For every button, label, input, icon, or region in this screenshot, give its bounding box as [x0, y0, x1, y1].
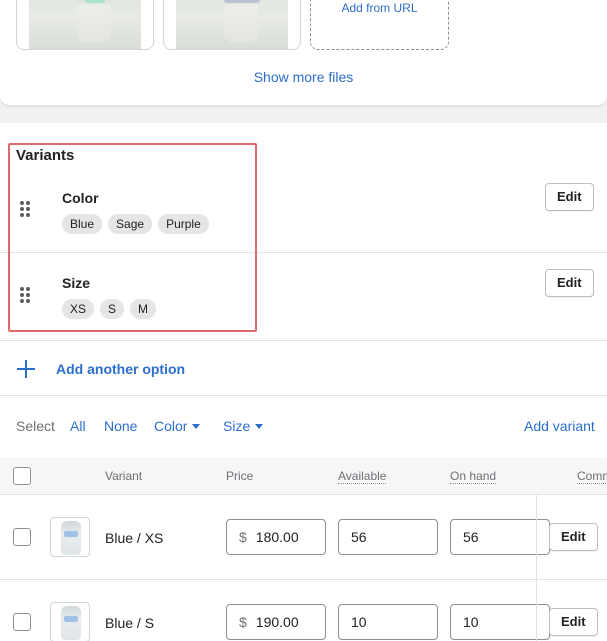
option-value-chip: Blue	[62, 214, 103, 234]
product-figure	[223, 0, 258, 43]
variants-table-header: Variant Price Available On hand Comm	[0, 458, 607, 495]
option-value-chip: Purple	[158, 214, 209, 234]
header-committed: Comm	[577, 469, 607, 484]
select-bar: Select All None Color Size Add variant	[0, 410, 607, 444]
show-more-files-link[interactable]: Show more files	[0, 69, 607, 85]
plus-icon	[16, 359, 36, 379]
variant-thumbnail[interactable]	[50, 517, 90, 557]
product-accent	[223, 0, 260, 3]
product-accent	[85, 0, 105, 3]
option-row-size: Size XS S M Edit	[0, 252, 607, 338]
option-name: Size	[62, 275, 91, 291]
table-row: Blue / S $190.00 10 10 Edit	[0, 580, 607, 641]
row-checkbox[interactable]	[13, 613, 31, 631]
add-from-url-dropzone[interactable]: Add from URL	[310, 0, 449, 50]
option-value-chip: S	[100, 299, 125, 319]
available-input[interactable]: 10	[338, 604, 438, 640]
add-from-url-link[interactable]: Add from URL	[311, 1, 448, 15]
header-available: Available	[338, 469, 387, 484]
price-value: 180.00	[255, 529, 299, 545]
select-none-link[interactable]: None	[104, 418, 137, 434]
edit-variant-button[interactable]: Edit	[549, 523, 598, 551]
price-input[interactable]: $190.00	[226, 604, 326, 640]
header-price: Price	[226, 469, 254, 483]
currency-symbol: $	[239, 529, 247, 545]
option-value-chip: M	[130, 299, 157, 319]
option-name: Color	[62, 190, 99, 206]
header-variant: Variant	[105, 469, 143, 483]
drag-handle-icon[interactable]	[20, 287, 32, 303]
option-value-chip: Sage	[108, 214, 153, 234]
drag-handle-icon[interactable]	[20, 201, 32, 217]
select-all-link[interactable]: All	[70, 418, 86, 434]
media-card: Add from URL Show more files	[0, 0, 607, 106]
on-hand-input[interactable]: 10	[450, 604, 550, 640]
select-color-label: Color	[154, 418, 188, 434]
option-values: Blue Sage Purple	[62, 214, 209, 234]
select-size-label: Size	[223, 418, 251, 434]
row-checkbox[interactable]	[13, 528, 31, 546]
table-row: Blue / XS $180.00 56 56 Edit	[0, 495, 607, 580]
product-figure	[76, 0, 111, 43]
column-divider	[536, 495, 537, 641]
variant-photo	[61, 606, 81, 640]
edit-option-button[interactable]: Edit	[545, 269, 594, 297]
price-value: 190.00	[255, 614, 299, 630]
select-all-checkbox[interactable]	[13, 467, 31, 485]
variant-photo	[61, 521, 81, 555]
select-color-dropdown[interactable]: Color	[154, 418, 201, 434]
edit-option-button[interactable]: Edit	[545, 183, 594, 211]
variant-thumbnail[interactable]	[50, 602, 90, 641]
edit-variant-button[interactable]: Edit	[549, 608, 598, 636]
add-another-option-link[interactable]: Add another option	[56, 361, 185, 377]
available-input[interactable]: 56	[338, 519, 438, 555]
add-another-option[interactable]: Add another option	[0, 340, 607, 396]
on-hand-input[interactable]: 56	[450, 519, 550, 555]
media-thumbnail[interactable]	[163, 0, 301, 50]
variants-title: Variants	[16, 147, 75, 164]
add-variant-link[interactable]: Add variant	[524, 418, 595, 434]
header-on-hand: On hand	[450, 469, 497, 484]
caret-down-icon	[255, 424, 264, 429]
option-values: XS S M	[62, 299, 157, 319]
caret-down-icon	[192, 424, 201, 429]
price-input[interactable]: $180.00	[226, 519, 326, 555]
media-thumbnail[interactable]	[16, 0, 154, 50]
option-row-color: Color Blue Sage Purple Edit	[0, 166, 607, 252]
currency-symbol: $	[239, 614, 247, 630]
variant-name: Blue / XS	[105, 530, 164, 546]
option-value-chip: XS	[62, 299, 95, 319]
select-size-dropdown[interactable]: Size	[223, 418, 264, 434]
variant-name: Blue / S	[105, 615, 155, 631]
select-label: Select	[16, 418, 55, 434]
